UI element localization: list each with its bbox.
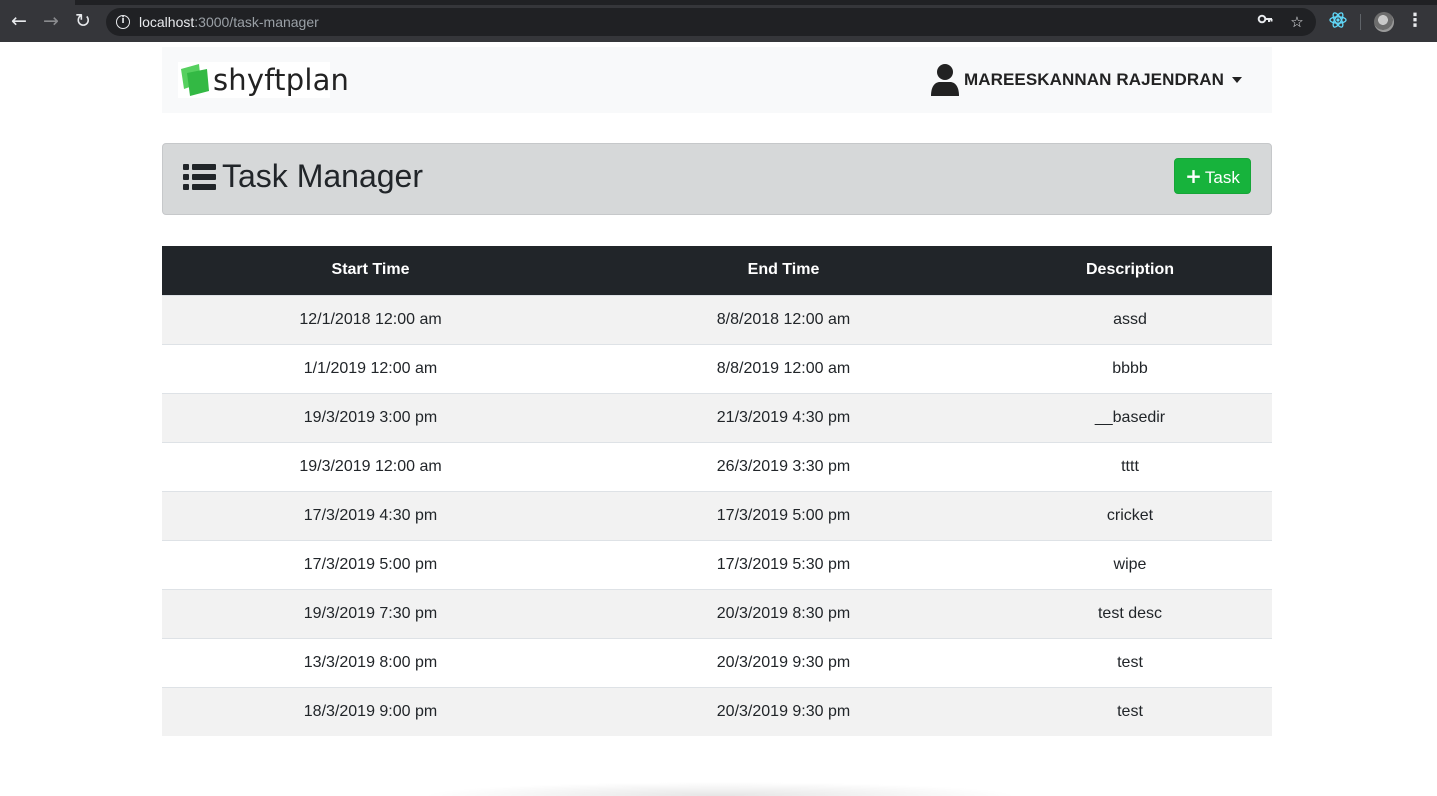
table-row[interactable]: 17/3/2019 5:00 pm 17/3/2019 5:30 pm wipe <box>162 539 1272 589</box>
table-row[interactable]: 18/3/2019 9:00 pm 20/3/2019 9:30 pm test <box>162 686 1272 736</box>
back-arrow-icon[interactable]: ← <box>7 9 31 33</box>
url-host: localhost <box>139 14 195 30</box>
description-cell: __basedir <box>988 392 1272 442</box>
end-time-cell: 8/8/2018 12:00 am <box>579 294 988 344</box>
tab-strip <box>0 0 1437 5</box>
reload-icon[interactable]: ↻ <box>71 9 95 33</box>
address-bar[interactable]: i localhost:3000/task-manager ☆ <box>106 8 1316 36</box>
active-tab-hint <box>0 0 75 5</box>
end-time-cell: 8/8/2019 12:00 am <box>579 343 988 393</box>
key-icon[interactable] <box>1254 11 1276 33</box>
start-time-cell: 1/1/2019 12:00 am <box>162 343 579 393</box>
caret-down-icon <box>1232 77 1242 83</box>
table-row[interactable]: 13/3/2019 8:00 pm 20/3/2019 9:30 pm test <box>162 637 1272 687</box>
table-row[interactable]: 19/3/2019 3:00 pm 21/3/2019 4:30 pm __ba… <box>162 392 1272 442</box>
star-icon[interactable]: ☆ <box>1286 11 1308 33</box>
start-time-cell: 19/3/2019 3:00 pm <box>162 392 579 442</box>
app-navbar: shyftplan MAREESKANNAN RAJENDRAN <box>162 47 1272 113</box>
footer-shadow <box>420 782 1020 796</box>
shyftplan-logo-icon <box>181 64 209 96</box>
start-time-cell: 19/3/2019 7:30 pm <box>162 588 579 638</box>
description-cell: assd <box>988 294 1272 344</box>
table-header-row: Start Time End Time Description <box>162 246 1272 295</box>
forward-arrow-icon[interactable]: → <box>39 9 63 33</box>
end-time-cell: 20/3/2019 9:30 pm <box>579 686 988 736</box>
user-name: MAREESKANNAN RAJENDRAN <box>963 70 1224 89</box>
description-cell: cricket <box>988 490 1272 540</box>
start-time-cell: 17/3/2019 4:30 pm <box>162 490 579 540</box>
description-cell: test desc <box>988 588 1272 638</box>
browser-toolbar: ← → ↻ i localhost:3000/task-manager ☆ ⋮ <box>0 0 1437 42</box>
start-time-cell: 17/3/2019 5:00 pm <box>162 539 579 589</box>
brand-text: shyftplan <box>213 63 350 97</box>
add-task-button[interactable]: + Task <box>1174 158 1251 194</box>
plus-icon: + <box>1185 164 1202 188</box>
start-time-cell: 13/3/2019 8:00 pm <box>162 637 579 687</box>
table-row[interactable]: 19/3/2019 7:30 pm 20/3/2019 8:30 pm test… <box>162 588 1272 638</box>
description-cell: test <box>988 637 1272 687</box>
end-time-cell: 20/3/2019 9:30 pm <box>579 637 988 687</box>
column-header-end-time[interactable]: End Time <box>579 246 988 295</box>
page-title: Task Manager <box>222 158 423 194</box>
start-time-cell: 12/1/2018 12:00 am <box>162 294 579 344</box>
start-time-cell: 18/3/2019 9:00 pm <box>162 686 579 736</box>
user-icon <box>930 64 959 96</box>
url-path: :3000/task-manager <box>194 14 319 30</box>
description-cell: test <box>988 686 1272 736</box>
end-time-cell: 20/3/2019 8:30 pm <box>579 588 988 638</box>
end-time-cell: 17/3/2019 5:00 pm <box>579 490 988 540</box>
user-dropdown[interactable]: MAREESKANNAN RAJENDRAN <box>930 62 1242 98</box>
toolbar-divider <box>1360 14 1361 30</box>
description-cell: tttt <box>988 441 1272 491</box>
table-row[interactable]: 12/1/2018 12:00 am 8/8/2018 12:00 am ass… <box>162 294 1272 344</box>
table-row[interactable]: 1/1/2019 12:00 am 8/8/2019 12:00 am bbbb <box>162 343 1272 393</box>
add-task-label: Task <box>1204 168 1240 187</box>
start-time-cell: 19/3/2019 12:00 am <box>162 441 579 491</box>
table-row[interactable]: 19/3/2019 12:00 am 26/3/2019 3:30 pm ttt… <box>162 441 1272 491</box>
end-time-cell: 21/3/2019 4:30 pm <box>579 392 988 442</box>
kebab-menu-icon[interactable]: ⋮ <box>1405 10 1425 32</box>
column-header-start-time[interactable]: Start Time <box>162 246 579 295</box>
end-time-cell: 26/3/2019 3:30 pm <box>579 441 988 491</box>
description-cell: bbbb <box>988 343 1272 393</box>
description-cell: wipe <box>988 539 1272 589</box>
info-icon[interactable]: i <box>116 15 130 29</box>
column-header-description[interactable]: Description <box>988 246 1272 295</box>
end-time-cell: 17/3/2019 5:30 pm <box>579 539 988 589</box>
task-manager-header: Task Manager + Task <box>162 143 1272 215</box>
brand-logo[interactable]: shyftplan <box>178 62 349 98</box>
profile-avatar-icon[interactable] <box>1374 12 1394 32</box>
task-table: Start Time End Time Description 12/1/201… <box>162 246 1272 736</box>
url-text[interactable]: localhost:3000/task-manager <box>139 14 319 30</box>
table-row[interactable]: 17/3/2019 4:30 pm 17/3/2019 5:00 pm cric… <box>162 490 1272 540</box>
list-icon <box>183 164 216 190</box>
react-devtools-icon[interactable] <box>1327 10 1349 32</box>
